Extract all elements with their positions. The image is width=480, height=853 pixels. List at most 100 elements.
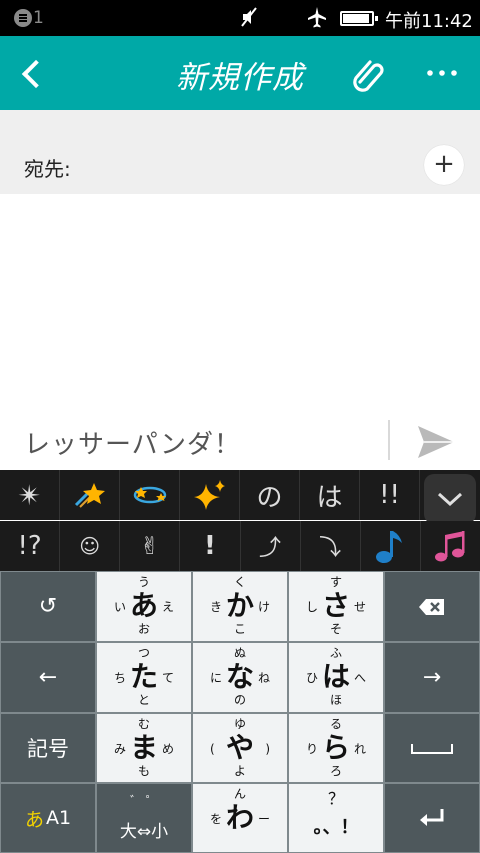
key-ka[interactable]: く き か け こ	[192, 571, 288, 642]
key-flick-up: ゛ ゜	[130, 794, 158, 808]
send-button[interactable]	[410, 416, 460, 466]
key-flick-up: ？	[327, 789, 344, 808]
key-main-label: た	[129, 660, 158, 693]
key-flick-down: ほ	[329, 693, 342, 707]
candidate-double-exclamation[interactable]: !!	[360, 470, 420, 520]
key-main-label: あ	[129, 589, 158, 622]
battery-icon	[340, 11, 378, 26]
mode-kana-indicator: あ	[24, 808, 44, 831]
enter-key[interactable]	[384, 783, 480, 853]
key-na[interactable]: ぬ に な ね の	[192, 642, 288, 713]
candidate-sparkle-symbol[interactable]: ✴	[0, 470, 60, 520]
candidate-smiley[interactable]: ☺	[60, 521, 121, 571]
key-ha[interactable]: ふ ひ は へ ほ	[288, 642, 384, 713]
key-main-label: 。、！	[313, 817, 359, 838]
key-flick-right: め	[161, 742, 174, 756]
candidate-arrow-up-curve[interactable]: ⤴	[241, 521, 301, 571]
page-title: 新規作成	[176, 60, 304, 96]
candidate-sparkles[interactable]	[180, 470, 240, 520]
candidate-victory-hand[interactable]: ✌	[120, 521, 181, 571]
candidate-arrow-down-curve[interactable]: ⤵	[301, 521, 361, 571]
message-body-area[interactable]	[0, 194, 480, 414]
key-punctuation[interactable]: ？ 。、！	[288, 783, 384, 853]
key-ma[interactable]: む み ま め も	[96, 713, 192, 783]
notification-count: 1	[33, 8, 44, 28]
key-flick-down: も	[137, 764, 150, 778]
candidate-row-1: ✴ の は !!	[0, 470, 480, 524]
enter-icon	[385, 784, 479, 852]
key-sa[interactable]: す し さ せ そ	[288, 571, 384, 642]
airplane-mode-icon	[306, 5, 328, 34]
collapse-candidates-button[interactable]	[424, 474, 476, 524]
key-flick-up: く	[233, 575, 246, 589]
key-main-label: な	[225, 660, 254, 693]
key-main-label: 大⇔小	[119, 822, 169, 842]
key-flick-up: む	[137, 717, 150, 731]
key-main-label: ら	[321, 731, 350, 764]
key-flick-right: け	[257, 600, 270, 614]
undo-key[interactable]: ↺	[0, 571, 96, 642]
key-flick-up: ぬ	[233, 646, 246, 660]
cursor-right-key[interactable]: →	[384, 642, 480, 713]
key-flick-right: )	[265, 742, 270, 756]
undo-icon: ↺	[38, 594, 58, 619]
more-icon	[427, 70, 457, 76]
candidate-dizzy[interactable]	[120, 470, 180, 520]
candidate-interrobang[interactable]: !?	[0, 521, 61, 571]
key-flick-right: へ	[353, 671, 366, 685]
backspace-key[interactable]	[384, 571, 480, 642]
key-flick-up: つ	[137, 646, 150, 660]
space-icon	[385, 714, 479, 782]
key-main-label: ま	[129, 731, 158, 764]
key-ya[interactable]: ゆ ( や ) よ	[192, 713, 288, 783]
space-key[interactable]	[384, 713, 480, 783]
key-main-label: は	[321, 660, 350, 693]
dakuten-key[interactable]: ゛ ゜ 大⇔小	[96, 783, 192, 853]
candidate-ha[interactable]: は	[300, 470, 360, 520]
key-flick-down: の	[233, 693, 246, 707]
chevron-down-icon	[437, 492, 463, 507]
key-flick-right: れ	[353, 742, 366, 756]
arrow-left-icon: ←	[38, 665, 58, 690]
keyboard: ↺ う い あ え お く き か け こ す し さ せ そ ← つ ち た …	[0, 571, 480, 853]
key-ta[interactable]: つ ち た て と	[96, 642, 192, 713]
key-ra[interactable]: る り ら れ ろ	[288, 713, 384, 783]
more-options-button[interactable]	[418, 52, 466, 94]
symbols-key[interactable]: 記号	[0, 713, 96, 783]
input-mode-key[interactable]: あ A1	[0, 783, 96, 853]
key-flick-right: ね	[257, 671, 270, 685]
key-flick-down: そ	[329, 622, 342, 636]
key-main-label: さ	[321, 589, 350, 622]
candidate-music-note[interactable]	[361, 521, 421, 571]
paperclip-icon	[353, 60, 384, 92]
status-bar: 1 午前11:42	[0, 0, 480, 36]
arrow-right-icon: →	[422, 665, 442, 690]
key-flick-up: ふ	[329, 646, 342, 660]
candidate-music-notes[interactable]	[421, 521, 480, 571]
cursor-left-key[interactable]: ←	[0, 642, 96, 713]
back-button[interactable]	[14, 52, 54, 94]
key-flick-up: る	[329, 717, 342, 731]
backspace-icon	[385, 572, 479, 641]
candidate-shooting-star[interactable]	[60, 470, 120, 520]
attach-button[interactable]	[348, 52, 388, 94]
recipient-row[interactable]: 宛先: +	[0, 110, 480, 194]
key-flick-up: す	[329, 575, 342, 589]
app-bar: 新規作成	[0, 36, 480, 110]
key-flick-right: え	[161, 600, 174, 614]
add-recipient-button[interactable]: +	[424, 145, 464, 185]
candidate-exclamation[interactable]: !	[180, 521, 241, 571]
mute-icon	[240, 6, 258, 33]
notification-icon	[14, 9, 32, 27]
message-input[interactable]: レッサーパンダ！	[24, 424, 241, 461]
key-flick-down: よ	[233, 764, 246, 778]
candidate-no[interactable]: の	[240, 470, 300, 520]
candidate-row-2: !? ☺ ✌ ! ⤴ ⤵	[0, 521, 480, 571]
key-a[interactable]: う い あ え お	[96, 571, 192, 642]
key-flick-right: て	[161, 671, 174, 685]
key-flick-down: ろ	[329, 764, 342, 778]
key-flick-down: お	[137, 622, 150, 636]
key-flick-down: こ	[233, 622, 246, 636]
key-flick-up: う	[137, 575, 150, 589]
key-wa[interactable]: ん を わ ー	[192, 783, 288, 853]
